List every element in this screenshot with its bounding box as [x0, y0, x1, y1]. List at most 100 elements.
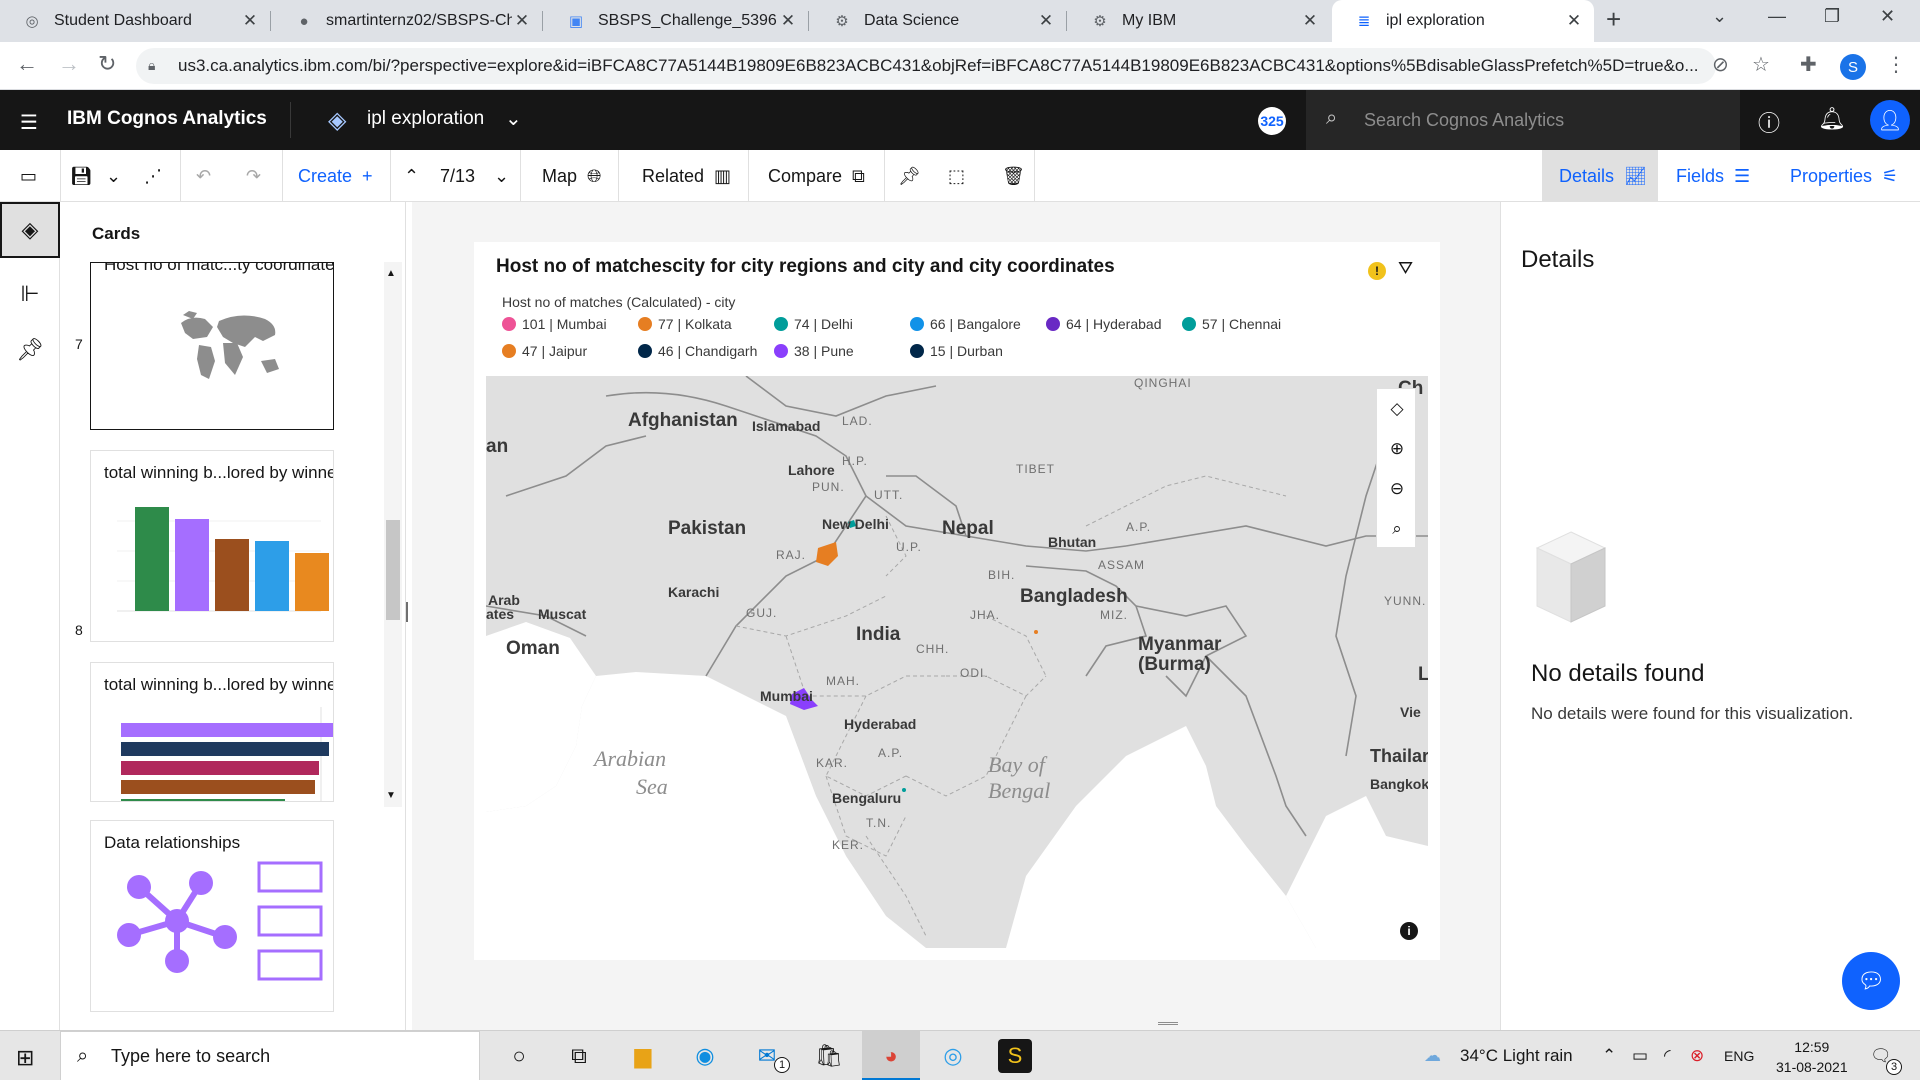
exploration-title[interactable]: ipl exploration [367, 108, 484, 130]
cards-scrollbar-thumb[interactable] [386, 520, 400, 620]
search-box[interactable]: ⌕ [1306, 90, 1740, 150]
tab-search-icon[interactable]: ⌄ [1712, 6, 1727, 27]
card-data-relationships[interactable]: Data relationships [90, 820, 334, 1012]
undo-icon[interactable]: ↶ [196, 150, 211, 202]
close-tab-icon[interactable]: ✕ [1564, 11, 1584, 31]
select-area-icon[interactable]: ⬚ [948, 150, 965, 202]
file-explorer-icon[interactable]: ▆ [626, 1039, 660, 1073]
back-icon[interactable]: ← [16, 51, 38, 77]
search-map-icon[interactable]: ⌕ [1377, 509, 1417, 549]
filter-icon[interactable]: ⛛ [1398, 258, 1413, 279]
browser-profile-avatar[interactable]: S [1840, 54, 1866, 80]
legend-item-mumbai[interactable]: 101 | Mumbai [502, 316, 607, 332]
card-map-host-matches[interactable]: Host no of matc...ty coordinates [90, 262, 334, 430]
legend-item-durban[interactable]: 15 | Durban [910, 343, 1003, 359]
store-icon[interactable]: 🛍︎ [812, 1039, 846, 1073]
close-tab-icon[interactable]: ✕ [240, 11, 260, 31]
map-button[interactable]: Map 🌐︎ [542, 150, 601, 202]
chennai-marker[interactable] [902, 788, 906, 792]
tray-chevron-icon[interactable]: ⌃ [1602, 1046, 1616, 1066]
search-input[interactable] [1364, 104, 1724, 136]
next-card-button[interactable]: ⌄ [494, 150, 509, 202]
cortana-icon[interactable]: ○ [502, 1039, 536, 1073]
panel-resize-handle[interactable] [406, 602, 409, 622]
browser-tab-data-science[interactable]: ⚙ Data Science ✕ [810, 0, 1066, 42]
redo-icon[interactable]: ↷ [246, 150, 261, 202]
volume-muted-icon[interactable]: ⊗ [1690, 1046, 1704, 1066]
user-avatar-icon[interactable]: 👤︎ [1870, 100, 1910, 140]
comment-icon[interactable]: ▭ [20, 150, 37, 202]
pinned-icon[interactable]: 📌︎ [0, 322, 60, 378]
minimize-icon[interactable]: — [1768, 6, 1786, 27]
relationships-tree-icon[interactable]: ⊩ [0, 266, 60, 322]
lock-icon[interactable]: 🔒︎ [148, 57, 155, 74]
save-icon[interactable]: 💾︎ [70, 150, 93, 202]
close-tab-icon[interactable]: ✕ [512, 11, 532, 31]
reload-icon[interactable]: ↻ [98, 51, 116, 77]
legend-item-jaipur[interactable]: 47 | Jaipur [502, 343, 587, 359]
compare-button[interactable]: Compare ⧉ [768, 150, 865, 202]
save-menu-chevron-icon[interactable]: ⌄ [106, 150, 121, 202]
taskbar-search[interactable]: ⌕ Type here to search [60, 1031, 480, 1080]
fields-tab[interactable]: Fields ☰ [1676, 150, 1750, 202]
warning-icon[interactable]: ! [1368, 262, 1386, 280]
browser-menu-icon[interactable]: ⋮ [1886, 52, 1906, 77]
layers-icon[interactable]: ◇ [1377, 389, 1417, 429]
legend-item-delhi[interactable]: 74 | Delhi [774, 316, 853, 332]
card-bar-chart-winning[interactable]: total winning b...lored by winner [90, 450, 334, 642]
edge-icon[interactable]: ◉ [688, 1039, 722, 1073]
task-view-icon[interactable]: ⧉ [562, 1039, 596, 1073]
browser-tab-student-dashboard[interactable]: ◎ Student Dashboard ✕ [0, 0, 270, 42]
legend-item-bangalore[interactable]: 66 | Bangalore [910, 316, 1021, 332]
scroll-up-arrow-icon[interactable]: ▲ [386, 268, 396, 279]
chevron-down-icon[interactable]: ⌄ [505, 106, 522, 131]
bookmark-star-icon[interactable]: ☆ [1752, 52, 1770, 77]
battery-icon[interactable]: ▭ [1632, 1046, 1648, 1066]
hamburger-menu-icon[interactable]: ☰ [20, 110, 38, 135]
pin-icon[interactable]: 📌︎ [898, 150, 921, 202]
legend-item-chennai[interactable]: 57 | Chennai [1182, 316, 1281, 332]
weather-icon[interactable]: ☁ [1424, 1046, 1441, 1066]
jaipur-region[interactable] [816, 542, 838, 566]
related-button[interactable]: Related ▥ [642, 150, 731, 202]
kolkata-marker[interactable] [1034, 630, 1038, 634]
chat-icon[interactable]: 💬︎ [1842, 952, 1900, 1010]
new-tab-icon[interactable]: + [1606, 4, 1621, 35]
india-region-map[interactable]: Afghanistan Islamabad LAD. QINGHAI Ch an… [486, 376, 1428, 948]
scroll-down-arrow-icon[interactable]: ▼ [386, 790, 396, 801]
close-tab-icon[interactable]: ✕ [1036, 11, 1056, 31]
weather-text[interactable]: 34°C Light rain [1460, 1046, 1573, 1066]
chrome-icon[interactable]: ◕ [874, 1039, 908, 1073]
help-icon[interactable]: ⓘ [1758, 106, 1780, 138]
browser-tab-sbsps[interactable]: ▣ SBSPS_Challenge_5396 ✕ [544, 0, 808, 42]
share-icon[interactable]: ⋰ [144, 150, 162, 202]
close-tab-icon[interactable]: ✕ [1300, 11, 1320, 31]
info-icon[interactable]: i [1400, 922, 1418, 940]
tracking-icon[interactable]: ⊘ [1712, 52, 1729, 77]
previous-card-button[interactable]: ⌃ [404, 150, 419, 202]
card-horizontal-bar-winning[interactable]: total winning b...lored by winner [90, 662, 334, 802]
close-tab-icon[interactable]: ✕ [778, 11, 798, 31]
zoom-in-icon[interactable]: ⊕ [1377, 429, 1417, 469]
zoom-out-icon[interactable]: ⊖ [1377, 469, 1417, 509]
create-button[interactable]: Create + [298, 150, 373, 202]
browser-tab-my-ibm[interactable]: ⚙ My IBM ✕ [1068, 0, 1330, 42]
details-tab[interactable]: Details 📈︎ [1543, 150, 1658, 202]
delete-icon[interactable]: 🗑︎ [1002, 150, 1025, 202]
wifi-icon[interactable]: ◜ [1664, 1046, 1671, 1066]
map-visualization-card[interactable]: Host no of matchescity for city regions … [474, 242, 1440, 960]
cards-panel-icon[interactable]: ◈ [0, 202, 60, 258]
legend-item-chandigarh[interactable]: 46 | Chandigarh [638, 343, 757, 359]
legend-item-kolkata[interactable]: 77 | Kolkata [638, 316, 732, 332]
close-window-icon[interactable]: ✕ [1880, 6, 1895, 27]
taskbar-clock[interactable]: 12:59 31-08-2021 [1776, 1037, 1848, 1077]
app-circle-icon[interactable]: ◎ [936, 1039, 970, 1073]
canvas-resize-handle[interactable] [1158, 1022, 1178, 1025]
legend-item-pune[interactable]: 38 | Pune [774, 343, 854, 359]
legend-item-hyderabad[interactable]: 64 | Hyderabad [1046, 316, 1161, 332]
browser-tab-ipl-exploration[interactable]: ≣ ipl exploration ✕ [1332, 0, 1594, 42]
restore-icon[interactable]: ❐ [1824, 6, 1840, 27]
forward-icon[interactable]: → [58, 51, 80, 77]
sublime-icon[interactable]: S [998, 1039, 1032, 1073]
language-indicator[interactable]: ENG [1724, 1048, 1754, 1064]
